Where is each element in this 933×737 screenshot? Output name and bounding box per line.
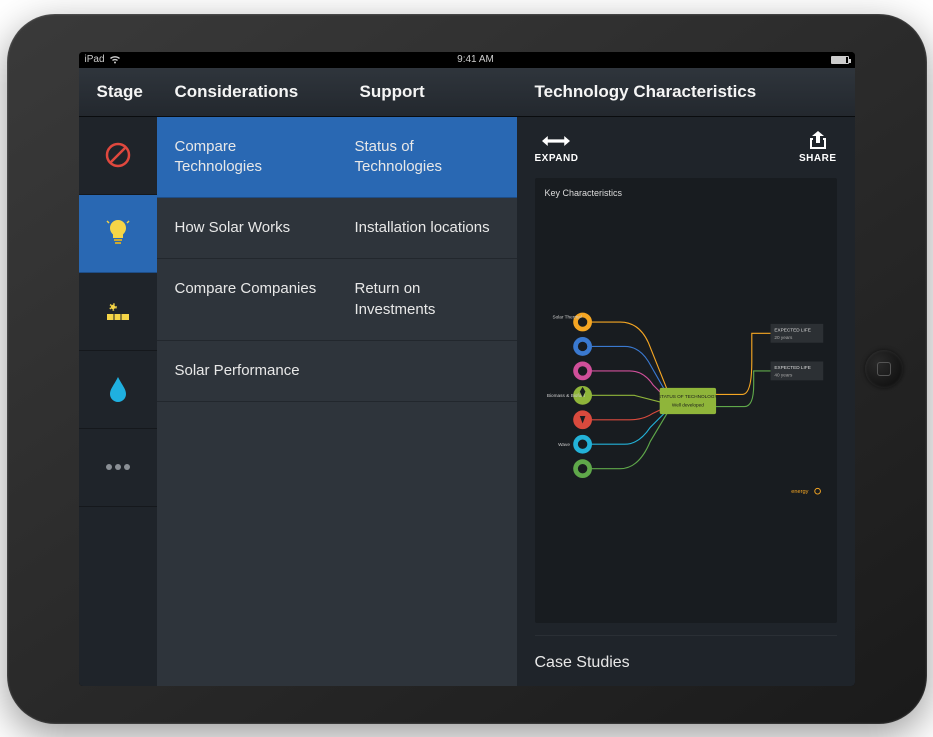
share-label: SHARE <box>799 153 837 164</box>
battery-icon <box>831 56 849 64</box>
infographic-diagram: Solar Thermal Biomass & Biofuel Wave <box>545 206 827 611</box>
more-icon <box>103 452 133 482</box>
menu-support-label: Return on Investments <box>337 259 517 340</box>
infographic-title: Key Characteristics <box>545 188 827 198</box>
header-support: Support <box>342 68 517 116</box>
device-label: iPad <box>85 54 105 65</box>
header-considerations: Considerations <box>157 68 342 116</box>
menu-considerations-label: Solar Performance <box>157 341 337 401</box>
share-icon <box>804 131 832 151</box>
header-stage: Stage <box>79 68 157 116</box>
water-drop-icon <box>103 374 133 404</box>
ipad-screen: iPad 9:41 AM Stage Considerations Suppor… <box>79 52 855 686</box>
header-row: Stage Considerations Support Technology … <box>79 68 855 117</box>
action-row: EXPAND SHARE <box>535 131 837 164</box>
svg-text:Wave: Wave <box>558 442 570 447</box>
stage-item-lightbulb[interactable] <box>79 195 157 273</box>
menu-considerations-label: Compare Technologies <box>157 117 337 198</box>
detail-column: EXPAND SHARE Key Characteristics <box>517 117 855 686</box>
menu-considerations-label: How Solar Works <box>157 198 337 258</box>
menu-row-compare-tech[interactable]: Compare Technologies Status of Technolog… <box>157 117 517 199</box>
app-root: Stage Considerations Support Technology … <box>79 68 855 686</box>
wifi-icon <box>109 55 121 64</box>
menu-support-label <box>337 341 517 401</box>
stage-item-water[interactable] <box>79 351 157 429</box>
case-studies-link[interactable]: Case Studies <box>535 635 837 686</box>
clock: 9:41 AM <box>457 54 494 65</box>
menu-row-solar-performance[interactable]: Solar Performance <box>157 341 517 402</box>
svg-text:STATUS OF TECHNOLOGY: STATUS OF TECHNOLOGY <box>658 394 719 399</box>
menu-row-compare-companies[interactable]: Compare Companies Return on Investments <box>157 259 517 341</box>
solar-panel-icon <box>103 296 133 326</box>
body-row: Compare Technologies Status of Technolog… <box>79 117 855 686</box>
menu-row-how-solar[interactable]: How Solar Works Installation locations <box>157 198 517 259</box>
stage-column <box>79 117 157 686</box>
menu-support-label: Installation locations <box>337 198 517 258</box>
svg-text:energy: energy <box>791 489 808 495</box>
stage-item-more[interactable] <box>79 429 157 507</box>
menu-column: Compare Technologies Status of Technolog… <box>157 117 517 686</box>
infographic-panel[interactable]: Key Characteristics <box>535 178 837 623</box>
menu-considerations-label: Compare Companies <box>157 259 337 340</box>
svg-text:Solar Thermal: Solar Thermal <box>552 314 581 319</box>
svg-text:Well developed: Well developed <box>671 402 703 407</box>
expand-label: EXPAND <box>535 153 579 164</box>
svg-text:20 years: 20 years <box>774 334 793 339</box>
svg-text:40 years: 40 years <box>774 372 793 377</box>
svg-text:Biomass & Biofuel: Biomass & Biofuel <box>546 393 584 398</box>
no-entry-icon <box>103 140 133 170</box>
header-tech: Technology Characteristics <box>517 68 855 116</box>
ipad-frame: iPad 9:41 AM Stage Considerations Suppor… <box>7 14 927 724</box>
svg-text:EXPECTED LIFE: EXPECTED LIFE <box>774 365 810 370</box>
stage-item-solar-panel[interactable] <box>79 273 157 351</box>
share-button[interactable]: SHARE <box>799 131 837 164</box>
expand-icon <box>542 131 570 151</box>
svg-text:EXPECTED LIFE: EXPECTED LIFE <box>774 327 810 332</box>
menu-support-label: Status of Technologies <box>337 117 517 198</box>
lightbulb-icon <box>103 218 133 248</box>
expand-button[interactable]: EXPAND <box>535 131 579 164</box>
home-button[interactable] <box>865 350 903 388</box>
status-bar: iPad 9:41 AM <box>79 52 855 68</box>
stage-item-no-entry[interactable] <box>79 117 157 195</box>
